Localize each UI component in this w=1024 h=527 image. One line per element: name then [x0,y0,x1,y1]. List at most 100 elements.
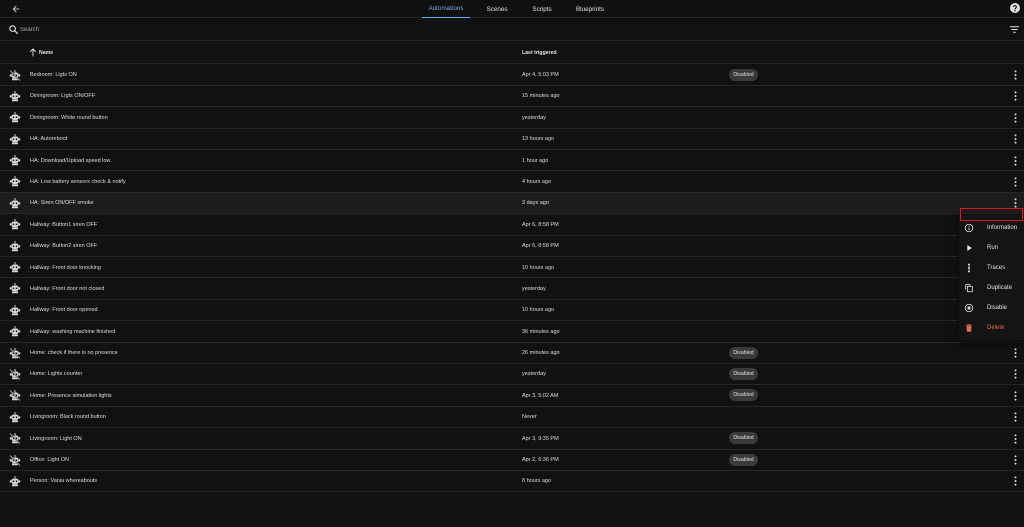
menu-item-traces[interactable]: Traces [959,257,1024,277]
filter-icon[interactable] [1009,24,1020,35]
last-triggered-value: Apr 3, 9:35 PM [522,435,559,442]
automation-name: Livingroom: Light ON [30,435,82,442]
table-row[interactable]: Home: Presence simulation lights Apr 3, 5… [0,385,1024,407]
status-badge: Disabled [729,389,758,402]
robot-icon [9,476,21,487]
more-vertical-icon [1014,91,1016,101]
menu-item-duplicate[interactable]: Duplicate [959,277,1024,297]
row-overflow-button[interactable] [1010,134,1020,145]
last-triggered-value: 3 days ago [522,200,549,207]
menu-item-label: Traces [987,265,1006,271]
duplicate-icon [965,284,973,293]
table-row[interactable]: Home: check if there is no presence 26 mi… [0,343,1024,364]
table-row[interactable]: Hallway: Front door opened 10 hours ago [0,300,1024,322]
tab-label: Blueprints [575,5,604,13]
search-icon [9,25,18,34]
menu-item-label: Duplicate [987,285,1013,291]
table-row[interactable]: Hallway: Button2 siren OFF Apr 6, 8:58 PM [0,236,1024,258]
more-vertical-icon [1014,198,1016,208]
table-row[interactable]: Hallway: Front door knocking 10 hours ago [0,257,1024,279]
table-row[interactable]: Hallway: Front door not closed yesterday [0,278,1024,300]
more-vertical-icon [1014,412,1016,422]
automation-name: Hallway: Front door opened [30,307,98,314]
column-header-name[interactable]: Name [39,50,53,56]
help-button[interactable] [1009,2,1021,14]
robot-off-icon [9,454,21,466]
back-button[interactable] [9,2,22,15]
table-row[interactable]: HA: Siren ON/OFF smoke 3 days ago [0,192,1024,215]
row-overflow-button[interactable] [1010,70,1020,81]
robot-icon [9,112,21,123]
automations-table: Bedroom: Ligts ON Apr 4, 5:03 PM Disabled D… [0,65,1024,493]
robot-off-icon [9,368,21,380]
automation-name: Home: check if there is no presence [30,350,118,357]
tab-automations[interactable]: Automations [422,0,470,18]
row-overflow-button[interactable] [1010,455,1020,466]
last-triggered-value: 1 hour ago [522,157,549,164]
last-triggered-value: yesterday [522,114,546,121]
automation-name: Livingroom: Black round button [30,414,106,421]
last-triggered-value: Apr 6, 8:58 PM [522,243,559,250]
row-overflow-button[interactable] [1010,91,1020,102]
automation-name: Home: Presence simulation lights [30,392,112,399]
play-icon [967,245,972,251]
status-badge: Disabled [729,432,758,445]
menu-item-label: Delete [987,325,1005,331]
highlight-box [960,208,1023,221]
table-row[interactable]: HA: Low battery sensors check & notify 4 … [0,171,1024,193]
table-row[interactable]: HA: Download/Upload speed low. 1 hour ago [0,150,1024,172]
tab-scenes[interactable]: Scenes [480,0,514,18]
robot-off-icon [9,390,21,402]
table-row[interactable]: Person: Vania whereabouts 8 hours ago [0,471,1024,493]
row-overflow-button[interactable] [1010,176,1020,187]
automation-name: Home: Lights counter [30,371,83,378]
status-badge: Disabled [729,68,758,81]
table-row[interactable]: Livingroom: Black round button Never [0,407,1024,429]
table-row[interactable]: Home: Lights counter yesterday Disabled [0,364,1024,386]
robot-icon [9,326,21,337]
context-menu: Information Run Traces Duplicate Disable… [959,215,1024,341]
row-overflow-button[interactable] [1010,476,1020,487]
robot-icon [9,219,21,230]
table-row[interactable]: Office: Light ON Apr 2, 6:36 PM Disabled [0,450,1024,471]
menu-item-delete[interactable]: Delete [959,317,1024,337]
more-vertical-icon [1014,177,1016,187]
table-row[interactable]: Diningroom: White round button yesterday [0,107,1024,129]
row-overflow-button[interactable] [1010,412,1020,423]
menu-item-disable[interactable]: Disable [959,297,1024,317]
row-overflow-button[interactable] [1010,155,1020,166]
column-header-last-triggered[interactable]: Last triggered [522,50,557,56]
robot-icon [9,262,21,273]
automation-name: Hallway: Button2 siren OFF [30,243,98,250]
tab-scripts[interactable]: Scripts [526,0,558,18]
table-row[interactable]: Diningroom: Ligts ON/OFF 15 minutes ago [0,86,1024,108]
more-vertical-icon [1014,348,1016,358]
table-row[interactable]: HA: Autoreboot 13 hours ago [0,129,1024,151]
robot-off-icon [9,433,21,445]
automation-name: Hallway: washing machine finished [30,328,116,335]
more-vertical-icon [1014,70,1016,80]
tab-label: Scripts [532,5,552,13]
table-row[interactable]: Hallway: washing machine finished 36 minu… [0,321,1024,343]
search-input[interactable] [20,24,1000,36]
sort-ascending-icon[interactable] [29,48,37,57]
table-header: Name Last triggered [0,42,1024,64]
help-icon [1010,3,1020,13]
automation-name: Bedroom: Ligts ON [30,72,77,78]
table-row[interactable]: Livingroom: Light ON Apr 3, 9:35 PM Disabl… [0,428,1024,450]
row-overflow-button[interactable] [1010,433,1020,444]
table-row[interactable]: Bedroom: Ligts ON Apr 4, 5:03 PM Disabled [0,65,1024,86]
tab-blueprints[interactable]: Blueprints [570,0,610,18]
table-row[interactable]: Hallway: Button1 siren OFF Apr 6, 8:58 PM [0,214,1024,236]
automation-name: HA: Autoreboot [30,136,68,143]
last-triggered-value: 8 hours ago [522,478,552,485]
menu-item-run[interactable]: Run [959,237,1024,257]
row-overflow-button[interactable] [1010,112,1020,123]
row-overflow-button[interactable] [1010,348,1020,359]
more-vertical-icon [1014,434,1016,444]
row-overflow-button[interactable] [1010,390,1020,401]
automation-name: HA: Siren ON/OFF smoke [30,200,94,207]
row-overflow-button[interactable] [1010,369,1020,380]
more-vertical-icon [1014,455,1016,465]
menu-item-label: Run [987,245,999,251]
